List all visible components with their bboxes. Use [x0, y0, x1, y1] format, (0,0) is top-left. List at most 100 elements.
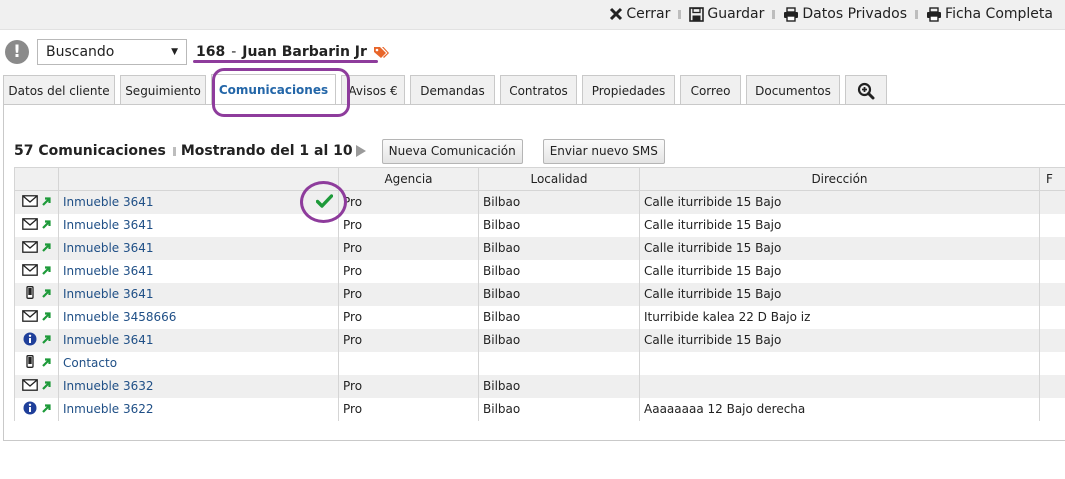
locality-cell: Bilbao: [478, 190, 640, 214]
private-data-label: Datos Privados: [802, 6, 908, 22]
tab-alerts[interactable]: Avisos €: [341, 75, 405, 105]
date-cell: [1039, 374, 1065, 398]
tab-label: Demandas: [420, 83, 485, 98]
table-row[interactable]: Inmueble 3641 Pro Bilbao Calle iturribide 1…: [14, 213, 1065, 237]
toolbar-actions: Cerrar Guardar Datos Privados Ficha Comp…: [609, 6, 1053, 22]
close-button[interactable]: Cerrar: [609, 6, 670, 22]
date-cell: [1039, 328, 1065, 352]
send-sms-button[interactable]: Enviar nuevo SMS: [542, 138, 665, 164]
header-locality[interactable]: Localidad: [478, 167, 640, 191]
subject-link[interactable]: Inmueble 3458666: [63, 310, 176, 324]
tab-properties[interactable]: Propiedades: [582, 75, 675, 105]
tab-label: Seguimiento: [125, 83, 201, 98]
header-agency[interactable]: Agencia: [338, 167, 479, 191]
date-cell: [1039, 397, 1065, 421]
caret-down-icon: ▼: [171, 47, 178, 57]
subject-link[interactable]: Inmueble 3641: [63, 264, 154, 278]
mail-icon: [22, 240, 38, 256]
subject-link[interactable]: Inmueble 3622: [63, 402, 154, 416]
private-data-button[interactable]: Datos Privados: [783, 6, 907, 22]
subject-link[interactable]: Contacto: [63, 356, 117, 370]
exclamation-icon: !: [5, 40, 29, 64]
subject-cell: Contacto: [58, 351, 339, 375]
subject-link[interactable]: Inmueble 3641: [63, 241, 154, 255]
printer-icon: [927, 6, 942, 22]
new-communication-button[interactable]: Nueva Comunicación: [381, 138, 523, 164]
list-toolbar: 57 Comunicaciones Mostrando del 1 al 10 …: [14, 138, 665, 164]
table-row[interactable]: Inmueble 3458666 Pro Bilbao Iturribide kale…: [14, 305, 1065, 329]
subject-cell: Inmueble 3641: [58, 328, 339, 352]
table-row[interactable]: Inmueble 3641 Pro Bilbao Calle iturribide 1…: [14, 282, 1065, 306]
tab-follow-up[interactable]: Seguimiento: [120, 75, 206, 105]
annotation-circle-check: [300, 181, 347, 223]
table-row[interactable]: Inmueble 3632 Pro Bilbao: [14, 374, 1065, 398]
subject-link[interactable]: Inmueble 3641: [63, 218, 154, 232]
tab-label: Contratos: [509, 83, 568, 98]
tab-client-data[interactable]: Datos del cliente: [3, 75, 115, 105]
outgoing-arrow-icon: [42, 379, 51, 393]
zoom-in-icon: [857, 82, 875, 99]
save-label: Guardar: [707, 6, 765, 22]
table-body: Inmueble 3641 Pro Bilbao Calle iturribide 1…: [14, 190, 1065, 421]
type-cell: [14, 397, 59, 421]
outgoing-arrow-icon: [42, 356, 51, 370]
address-cell: Calle iturribide 15 Bajo: [639, 213, 1040, 237]
locality-cell: [478, 351, 640, 375]
top-toolbar: Cerrar Guardar Datos Privados Ficha Comp…: [0, 0, 1065, 30]
table-row[interactable]: Inmueble 3641 Pro Bilbao Calle iturribide 1…: [14, 190, 1065, 214]
next-page-icon[interactable]: [355, 145, 366, 157]
address-cell: [639, 351, 1040, 375]
locality-cell: Bilbao: [478, 328, 640, 352]
tab-demands[interactable]: Demandas: [410, 75, 495, 105]
outgoing-arrow-icon: [42, 264, 51, 278]
subject-link[interactable]: Inmueble 3641: [63, 287, 154, 301]
date-cell: [1039, 213, 1065, 237]
header-date[interactable]: F: [1039, 167, 1065, 191]
table-row[interactable]: Contacto: [14, 351, 1065, 375]
tab-search[interactable]: [845, 75, 887, 105]
list-separator: [172, 146, 176, 156]
outgoing-arrow-icon: [42, 195, 51, 209]
status-select[interactable]: Buscando ▼: [37, 39, 187, 65]
table-row[interactable]: Inmueble 3641 Pro Bilbao Calle iturribide 1…: [14, 328, 1065, 352]
locality-cell: Bilbao: [478, 213, 640, 237]
close-label: Cerrar: [626, 6, 671, 22]
tab-contracts[interactable]: Contratos: [500, 75, 577, 105]
address-cell: Iturribide kalea 22 D Bajo iz: [639, 305, 1040, 329]
type-cell: [14, 236, 59, 260]
annotation-underline: [193, 60, 378, 63]
mail-icon: [22, 194, 38, 210]
type-cell: [14, 374, 59, 398]
save-button[interactable]: Guardar: [689, 6, 764, 22]
tab-label: Avisos €: [348, 83, 398, 98]
tab-mail[interactable]: Correo: [680, 75, 741, 105]
subject-cell: Inmueble 3458666: [58, 305, 339, 329]
subject-cell: Inmueble 3622: [58, 397, 339, 421]
header-subject[interactable]: [58, 167, 339, 191]
type-cell: [14, 305, 59, 329]
table-row[interactable]: Inmueble 3641 Pro Bilbao Calle iturribide 1…: [14, 259, 1065, 283]
outgoing-arrow-icon: [42, 241, 51, 255]
subject-link[interactable]: Inmueble 3641: [63, 195, 154, 209]
header-address[interactable]: Dirección: [639, 167, 1040, 191]
close-icon: [610, 7, 623, 21]
tag-icon[interactable]: [373, 45, 390, 60]
agency-cell: Pro: [338, 397, 479, 421]
tab-documents[interactable]: Documentos: [746, 75, 840, 105]
table-row[interactable]: Inmueble 3622 Pro Bilbao Aaaaaaaa 12 Bajo d…: [14, 397, 1065, 421]
save-icon: [689, 6, 705, 22]
full-sheet-button[interactable]: Ficha Completa: [926, 6, 1053, 22]
communications-count: 57 Comunicaciones: [14, 143, 166, 159]
agency-cell: Pro: [338, 374, 479, 398]
subject-link[interactable]: Inmueble 3641: [63, 333, 154, 347]
type-cell: [14, 259, 59, 283]
tab-bar: Datos del cliente Seguimiento Comunicaci…: [3, 74, 892, 105]
agency-cell: [338, 351, 479, 375]
pagination-info: Mostrando del 1 al 10: [180, 143, 353, 159]
subject-cell: Inmueble 3641: [58, 190, 339, 214]
info-icon: [22, 332, 38, 349]
subject-cell: Inmueble 3641: [58, 236, 339, 260]
subject-cell: Inmueble 3641: [58, 213, 339, 237]
subject-link[interactable]: Inmueble 3632: [63, 379, 154, 393]
table-row[interactable]: Inmueble 3641 Pro Bilbao Calle iturribide 1…: [14, 236, 1065, 260]
